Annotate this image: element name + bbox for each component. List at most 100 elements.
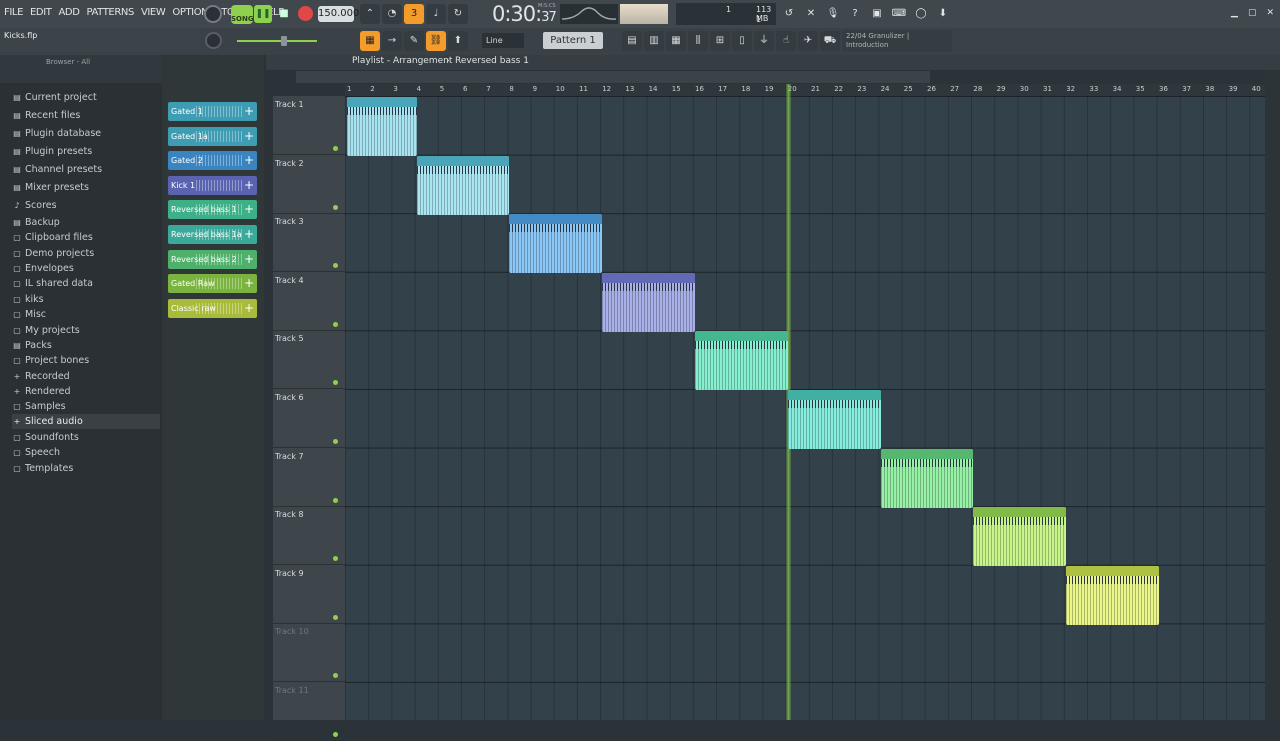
browser-icon[interactable]: ⊞ [710, 31, 730, 51]
add-icon[interactable]: + [244, 127, 254, 146]
browser-item[interactable]: + Sliced audio [12, 414, 160, 429]
save-icon[interactable]: ▣ [868, 5, 886, 23]
clip-item[interactable]: Reversed bass 1a + [168, 225, 257, 244]
link-icon[interactable]: ⛓ [426, 31, 446, 51]
browser-item[interactable]: ▤ Backup [12, 215, 160, 230]
wait-input-icon[interactable]: ◔ [382, 4, 402, 24]
help-icon[interactable]: ? [846, 5, 864, 23]
clip-item[interactable]: Gated Raw + [168, 274, 257, 294]
mixer-window-icon[interactable]: ⫼ [688, 31, 708, 51]
track-mute-led[interactable] [333, 439, 338, 444]
browser-item[interactable]: ▤ Packs [12, 338, 160, 353]
master-volume-meter[interactable] [620, 4, 668, 24]
add-icon[interactable]: + [244, 151, 254, 170]
browser-item[interactable]: ▢ Templates [12, 461, 160, 476]
plug-icon[interactable]: ⏚ [754, 31, 774, 51]
menu-item[interactable]: EDIT [30, 7, 52, 18]
piano-roll-icon[interactable]: ▥ [644, 31, 664, 51]
track-mute-led[interactable] [333, 204, 338, 210]
master-pitch-slider[interactable] [237, 40, 317, 42]
pattern-selector[interactable]: Pattern 1 [543, 32, 603, 49]
master-knob[interactable] [204, 5, 222, 23]
clip-item[interactable]: Gated 1a + [168, 126, 257, 146]
tempo-display[interactable]: 150.000 [318, 6, 359, 22]
clip-header[interactable] [973, 507, 1067, 518]
clip-item[interactable]: Classic raw + [168, 298, 257, 318]
browser-item[interactable]: ▢ IL shared data [12, 276, 160, 291]
pattern-clip[interactable] [416, 155, 510, 215]
browser-item[interactable]: ▤ Current project [12, 90, 160, 105]
track-label[interactable]: Track 3 [275, 217, 304, 226]
track-label[interactable]: Track 8 [275, 510, 304, 519]
snap-selector[interactable]: Line [482, 33, 524, 48]
pattern-clip[interactable] [880, 448, 974, 508]
piano-icon[interactable]: ⌨ [890, 5, 908, 23]
browser-item[interactable]: ▢ Misc [12, 307, 160, 322]
browser-item[interactable]: ▤ Mixer presets [12, 180, 160, 195]
tempo-tap-icon[interactable]: ✈ [798, 31, 818, 51]
microphone-icon[interactable]: 🎙 [824, 5, 842, 23]
browser-item[interactable]: ▢ kiks [12, 292, 160, 307]
add-icon[interactable]: + [244, 176, 254, 195]
metronome-icon[interactable]: ⌃ [360, 4, 380, 24]
close-icon[interactable]: ✕ [1266, 8, 1274, 18]
stamp-icon[interactable]: ⬆ [448, 31, 468, 51]
mixer-icon[interactable]: ✕ [802, 5, 820, 23]
clip-header[interactable] [347, 97, 417, 107]
clip-header[interactable] [416, 155, 510, 166]
timeline-ruler[interactable]: 1 2 3 4 5 6 7 8 9 10 11 12 13 14 15 16 17 18 19 20 21 22 23 24 2… [345, 84, 1265, 96]
browser-item[interactable]: ▢ Clipboard files [12, 230, 160, 245]
clip-item[interactable]: Gated 2 + [168, 151, 257, 171]
clip-item[interactable]: Gated 1 + [168, 102, 257, 121]
browser-item[interactable]: ▢ My projects [12, 323, 160, 338]
add-icon[interactable]: + [244, 250, 254, 269]
clip-header[interactable] [602, 272, 695, 283]
browser-item[interactable]: + Recorded [12, 369, 160, 384]
browser-item[interactable]: ▢ Speech [12, 445, 160, 460]
browser-item[interactable]: ▢ Envelopes [12, 261, 160, 276]
track-label[interactable]: Track 7 [275, 452, 304, 461]
clip-header[interactable] [880, 448, 974, 459]
menu-item[interactable]: FILE [4, 7, 23, 18]
browser-item[interactable]: ▤ Plugin database [12, 126, 160, 141]
pitch-knob[interactable] [205, 32, 222, 49]
menu-item[interactable]: VIEW [141, 7, 166, 18]
loop-record-icon[interactable]: ↻ [448, 4, 468, 24]
menu-item[interactable]: PATTERNS [87, 7, 135, 18]
clip-header[interactable] [787, 390, 881, 400]
slider-handle[interactable] [281, 36, 287, 46]
track-label[interactable]: Track 6 [275, 393, 304, 402]
playlist-icon[interactable]: ▤ [622, 31, 642, 51]
minimize-icon[interactable]: ▁ [1231, 8, 1238, 18]
browser-item[interactable]: ▢ Project bones [12, 353, 160, 368]
pattern-clip[interactable] [695, 331, 788, 391]
track-mute-led[interactable] [333, 614, 338, 620]
browser-item[interactable]: ▢ Samples [12, 399, 160, 414]
undo-icon[interactable]: ↺ [780, 5, 798, 23]
channel-rack-icon[interactable]: ▦ [666, 31, 686, 51]
browser-item[interactable]: ▢ Demo projects [12, 246, 160, 261]
clip-header[interactable] [1066, 565, 1159, 576]
clip-item[interactable]: Reversed bass 1 + [168, 200, 257, 220]
add-icon[interactable]: + [244, 102, 254, 121]
add-icon[interactable]: + [244, 200, 254, 219]
touch-icon[interactable]: ☝ [776, 31, 796, 51]
countdown-icon[interactable]: 3 [404, 4, 424, 24]
pencil-icon[interactable]: ✎ [404, 31, 424, 51]
track-label[interactable]: Track 10 [275, 627, 309, 636]
cart-icon[interactable]: ⛟ [820, 31, 840, 51]
clip-header[interactable] [695, 331, 788, 342]
add-icon[interactable]: + [244, 274, 254, 293]
pattern-clip[interactable] [347, 97, 417, 156]
browser-item[interactable]: ▤ Plugin presets [12, 144, 160, 159]
track-label[interactable]: Track 5 [275, 334, 304, 343]
pattern-clip[interactable] [509, 214, 603, 274]
download-icon[interactable]: ⬇ [934, 5, 952, 23]
track-mute-led[interactable] [333, 321, 338, 327]
track-label[interactable]: Track 9 [275, 569, 304, 578]
browser-item[interactable]: ▢ Soundfonts [12, 430, 160, 445]
track-label[interactable]: Track 4 [275, 276, 304, 285]
snap-icon[interactable]: ▦ [360, 31, 380, 51]
browser-item[interactable]: ♪ Scores [12, 198, 160, 213]
clip-item[interactable]: Kick 1 + [168, 175, 257, 195]
